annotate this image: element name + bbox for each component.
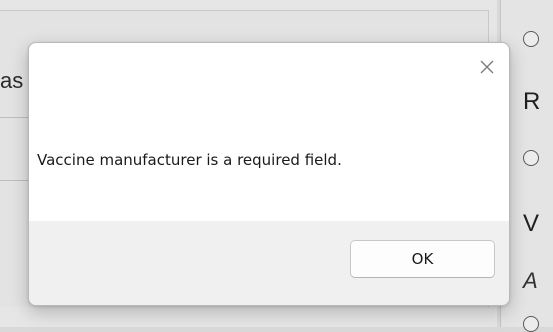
background-label-fragment: V — [523, 210, 540, 237]
close-icon — [480, 60, 494, 74]
radio-button[interactable] — [523, 150, 539, 166]
radio-button[interactable] — [523, 31, 539, 47]
ok-button[interactable]: OK — [350, 240, 495, 278]
alert-dialog: Vaccine manufacturer is a required field… — [28, 42, 510, 306]
dialog-message: Vaccine manufacturer is a required field… — [37, 151, 342, 169]
radio-button[interactable] — [523, 316, 539, 332]
close-button[interactable] — [477, 57, 497, 77]
background-label-fragment: as — [0, 68, 24, 93]
dialog-footer: OK — [29, 221, 509, 305]
background-label-fragment: A — [523, 268, 538, 293]
background-label-fragment: R — [523, 88, 541, 115]
